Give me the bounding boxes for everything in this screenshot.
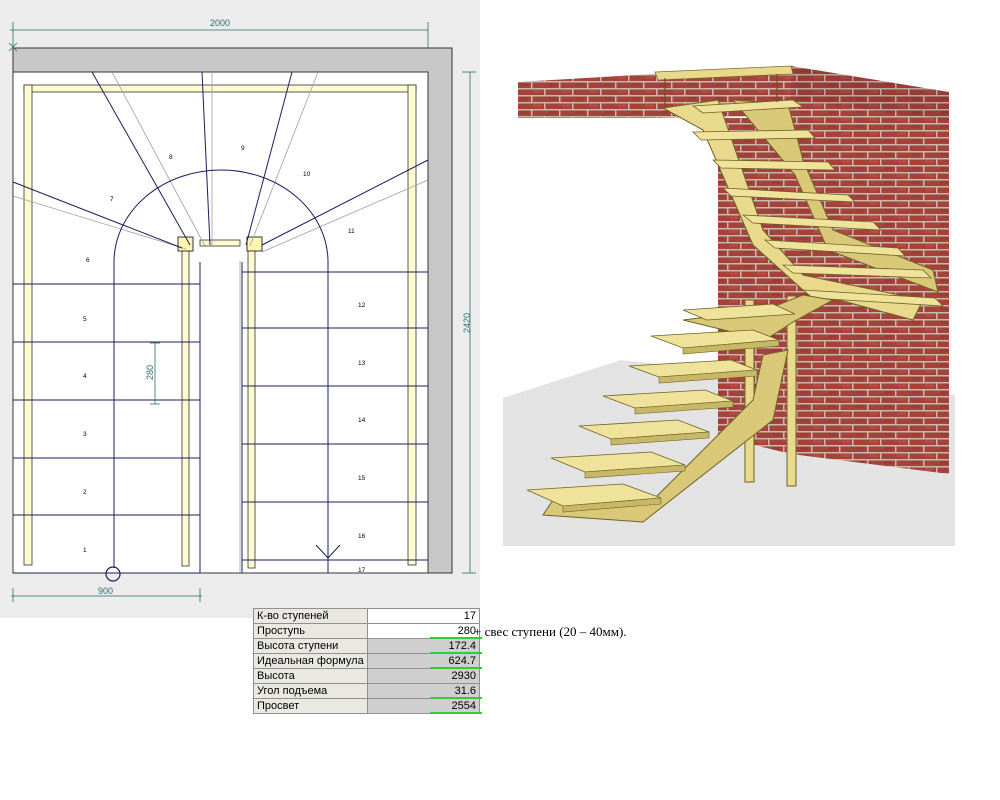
floor-plan-panel: 1 2 3 4 5 6 7 8 9 10 11 12 13 14 15 16 1…	[0, 0, 480, 618]
step-number: 11	[348, 228, 355, 235]
dimension-width-label: 2000	[210, 18, 230, 28]
step-number: 7	[110, 196, 114, 203]
param-row: Идеальная формула 624.7	[253, 653, 483, 670]
param-row: Просвет 2554	[253, 698, 483, 715]
step-number: 6	[86, 257, 90, 264]
step-number: 15	[358, 475, 366, 482]
param-label: Проступь	[253, 623, 368, 639]
dimension-flight-label: 900	[98, 586, 113, 596]
param-row: К-во ступеней 17	[253, 608, 481, 624]
dimension-tread-label: 280	[145, 365, 155, 380]
param-row: Угол подъема 31.6	[253, 683, 483, 700]
step-number: 10	[303, 171, 311, 178]
param-label: Угол подъема	[253, 683, 368, 699]
param-value: 2554	[366, 698, 483, 715]
step-number: 4	[83, 373, 87, 380]
tread-overhang-note: + свес ступени (20 – 40мм).	[474, 624, 627, 639]
param-label: Высота	[253, 668, 368, 684]
stair-floor-plan: 1 2 3 4 5 6 7 8 9 10 11 12 13 14 15 16 1…	[8, 18, 476, 602]
post-right	[246, 236, 263, 252]
param-row: Высота ступени 172.4	[253, 638, 483, 655]
step-number: 8	[169, 154, 173, 161]
step-number: 1	[83, 547, 87, 554]
step-number: 12	[358, 302, 366, 309]
param-label: Идеальная формула	[253, 653, 368, 669]
step-number: 9	[241, 145, 245, 152]
step-number: 16	[358, 533, 366, 540]
param-value: 624.7	[366, 653, 483, 670]
param-value: 2930	[366, 668, 481, 684]
step-number: 2	[83, 489, 87, 496]
param-value: 172.4	[366, 638, 483, 655]
step-number: 13	[358, 360, 366, 367]
param-row: Высота 2930	[253, 668, 481, 684]
param-label: К-во ступеней	[253, 608, 368, 624]
param-value[interactable]: 17	[366, 608, 481, 624]
staircase-3d-render	[503, 65, 955, 546]
param-value: 31.6	[366, 683, 483, 700]
step-number: 14	[358, 417, 366, 424]
step-number: 3	[83, 431, 87, 438]
step-number: 17	[358, 567, 366, 574]
param-label: Просвет	[253, 698, 368, 714]
param-value[interactable]: 280	[366, 623, 483, 640]
param-label: Высота ступени	[253, 638, 368, 654]
stairwell-opening	[12, 71, 429, 574]
stair-parameters-table: К-во ступеней 17 Проступь 280 Высота сту…	[253, 608, 483, 715]
step-number: 5	[83, 316, 87, 323]
param-row: Проступь 280	[253, 623, 483, 640]
dimension-height-label: 2420	[462, 313, 472, 333]
